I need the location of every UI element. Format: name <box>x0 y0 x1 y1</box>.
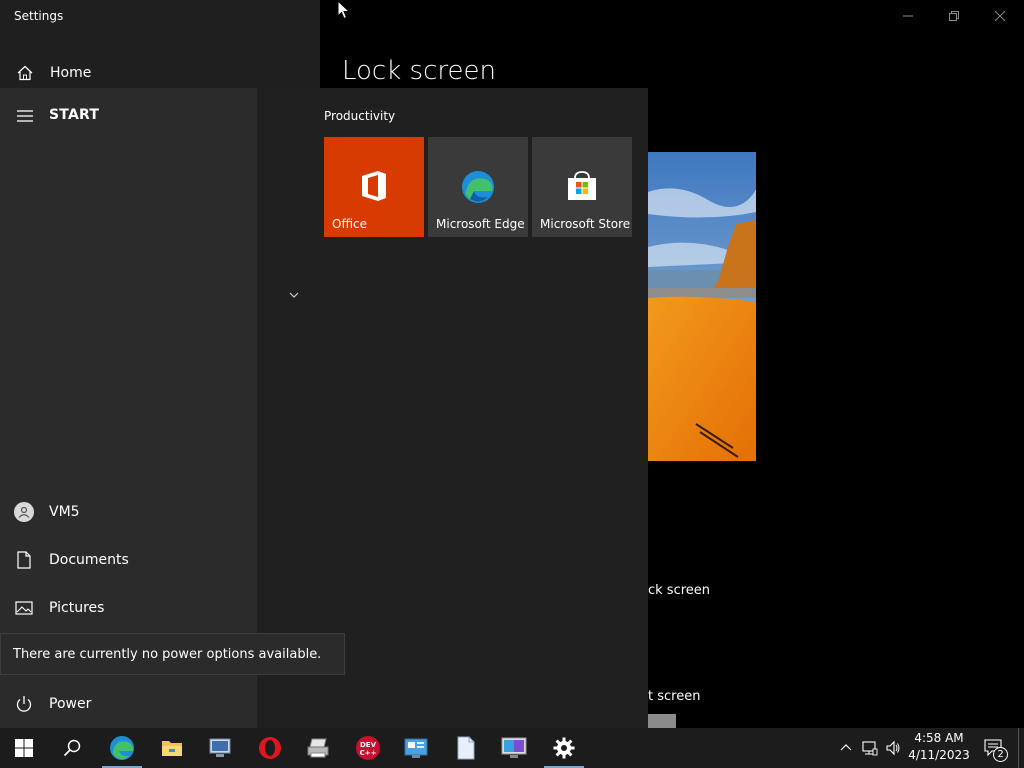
user-name: VM5 <box>49 504 80 520</box>
opera-icon <box>259 737 281 759</box>
clock-time: 4:58 AM <box>914 731 964 745</box>
computer-network-icon <box>209 738 231 757</box>
taskbar-display-app[interactable] <box>490 728 538 768</box>
document-icon <box>14 550 34 570</box>
page-title: Lock screen <box>342 56 496 86</box>
chevron-up-icon[interactable] <box>838 740 854 756</box>
close-button[interactable] <box>977 0 1023 32</box>
taskbar-control-panel[interactable] <box>392 728 440 768</box>
tile-microsoft-edge[interactable]: Microsoft Edge <box>428 137 528 237</box>
minimize-icon <box>903 15 913 17</box>
windows-logo-icon <box>15 739 33 757</box>
notepad-icon <box>457 736 475 760</box>
start-user-account[interactable]: VM5 <box>0 492 257 532</box>
printer-icon <box>307 738 329 758</box>
nav-home-label: Home <box>50 65 92 81</box>
office-icon <box>324 169 424 203</box>
taskbar-file-explorer[interactable] <box>148 728 196 768</box>
edge-icon <box>110 736 134 760</box>
tile-store-label: Microsoft Store <box>540 217 631 231</box>
home-icon <box>16 64 34 82</box>
chevron-down-icon[interactable] <box>288 286 300 298</box>
taskbar-printer-app[interactable] <box>294 728 342 768</box>
preview-button-edge[interactable] <box>648 714 676 728</box>
restore-icon <box>949 11 959 21</box>
tile-office[interactable]: Office <box>324 137 424 237</box>
show-desktop-button[interactable] <box>1018 728 1024 768</box>
start-header: START <box>49 107 100 123</box>
tile-edge-label: Microsoft Edge <box>436 217 525 231</box>
taskbar-opera[interactable] <box>246 728 294 768</box>
power-tooltip: There are currently no power options ava… <box>0 633 345 675</box>
preview-caption-2: t screen <box>648 689 701 704</box>
preview-caption: ck screen <box>648 583 711 598</box>
hamburger-menu-icon[interactable] <box>16 107 34 125</box>
tile-group-title: Productivity <box>324 109 396 123</box>
window-title: Settings <box>14 9 64 23</box>
tile-office-label: Office <box>332 217 368 231</box>
start-documents[interactable]: Documents <box>0 540 257 580</box>
notification-badge: 2 <box>993 747 1008 762</box>
lock-screen-preview-image <box>648 152 756 461</box>
tile-microsoft-store[interactable]: Microsoft Store <box>532 137 632 237</box>
dev-cpp-icon: DEVC++ <box>356 736 380 760</box>
taskbar-edge[interactable] <box>98 728 146 768</box>
start-button[interactable] <box>0 728 48 768</box>
store-icon <box>532 169 632 203</box>
documents-label: Documents <box>49 552 129 568</box>
pictures-icon <box>14 598 34 618</box>
svg-text:C++: C++ <box>360 749 377 757</box>
power-label: Power <box>49 696 92 712</box>
mouse-cursor-icon <box>337 0 351 20</box>
svg-text:DEV: DEV <box>360 741 377 749</box>
folder-icon <box>162 741 182 756</box>
display-icon <box>501 737 527 758</box>
taskbar-notepad[interactable] <box>442 728 490 768</box>
power-icon <box>14 694 34 714</box>
pictures-label: Pictures <box>49 600 105 616</box>
taskbar-dev-cpp[interactable]: DEV C++ <box>344 728 392 768</box>
close-icon <box>995 11 1005 21</box>
nav-home[interactable]: Home <box>0 56 320 90</box>
taskbar-settings[interactable] <box>540 728 588 768</box>
minimize-button[interactable] <box>885 0 931 32</box>
taskbar-network-app[interactable] <box>196 728 244 768</box>
search-icon <box>63 739 81 757</box>
start-menu-left-pane <box>0 88 257 728</box>
taskbar-search-button[interactable] <box>48 728 96 768</box>
control-panel-icon <box>404 738 428 758</box>
network-icon[interactable] <box>862 740 878 756</box>
start-pictures[interactable]: Pictures <box>0 588 257 628</box>
user-avatar-icon <box>14 502 34 522</box>
clock-date: 4/11/2023 <box>908 748 970 762</box>
taskbar-clock[interactable]: 4:58 AM 4/11/2023 <box>900 730 978 766</box>
restore-button[interactable] <box>931 0 977 32</box>
volume-icon[interactable] <box>885 740 901 756</box>
edge-icon <box>428 169 528 205</box>
start-power[interactable]: Power <box>0 684 257 724</box>
gear-icon <box>553 737 575 759</box>
